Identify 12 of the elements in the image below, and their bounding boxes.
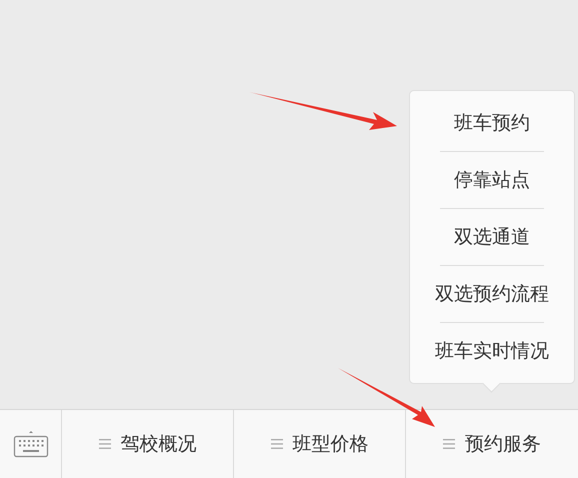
menu-tab[interactable]: 预约服务 bbox=[406, 410, 578, 478]
submenu-item[interactable]: 停靠站点 bbox=[454, 152, 530, 208]
menu-tab[interactable]: 班型价格 bbox=[234, 410, 406, 478]
submenu-item[interactable]: 双选预约流程 bbox=[435, 266, 549, 322]
submenu-item[interactable]: 班车实时情况 bbox=[435, 323, 549, 379]
menu-icon bbox=[98, 439, 110, 449]
submenu-item[interactable]: 双选通道 bbox=[454, 209, 530, 265]
submenu-item[interactable]: 班车预约 bbox=[454, 95, 530, 151]
keyboard-icon bbox=[12, 430, 48, 458]
menu-tab[interactable]: 驾校概况 bbox=[62, 410, 234, 478]
menu-icon bbox=[443, 439, 455, 449]
menu-icon bbox=[270, 439, 282, 449]
